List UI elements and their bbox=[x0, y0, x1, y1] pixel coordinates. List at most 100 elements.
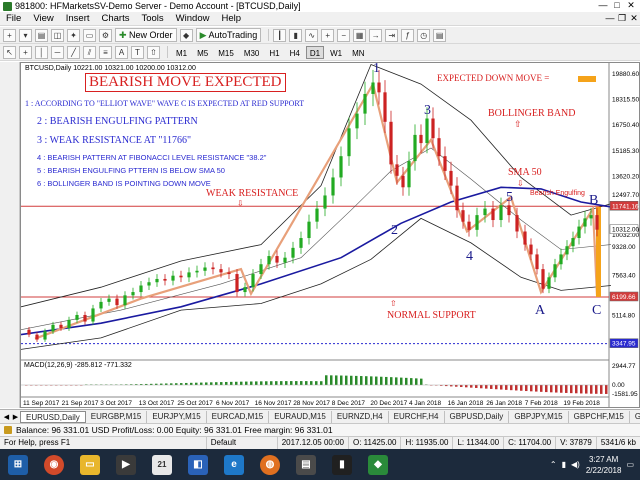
minimize-button[interactable]: — bbox=[596, 0, 610, 11]
cursor-icon[interactable]: ↖ bbox=[3, 45, 16, 59]
horizontal-line-icon[interactable]: ─ bbox=[51, 45, 64, 59]
tab-gbpca[interactable]: GBPCA bbox=[630, 411, 640, 423]
close-button[interactable]: ✕ bbox=[624, 0, 638, 11]
taskbar-metatrader[interactable]: ▤ bbox=[288, 449, 324, 480]
indicators-icon[interactable]: ƒ bbox=[401, 28, 415, 42]
zoom-out-icon[interactable]: − bbox=[337, 28, 351, 42]
timeframe-w1[interactable]: W1 bbox=[326, 46, 346, 59]
autoscroll-icon[interactable]: → bbox=[369, 28, 383, 42]
timeframe-h4[interactable]: H4 bbox=[286, 46, 304, 59]
autotrading-button[interactable]: ▶ AutoTrading bbox=[195, 28, 262, 42]
taskbar-edge[interactable]: e bbox=[216, 449, 252, 480]
note-4: 4 : BEARISH PATTERN AT FIBONACCI LEVEL R… bbox=[37, 153, 267, 162]
chart-window[interactable]: 19880.60 18315.50 16750.40 15185.30 13620.20… bbox=[20, 61, 640, 408]
candlestick-icon[interactable]: ▮ bbox=[289, 28, 303, 42]
taskbar-calendar[interactable]: 21 bbox=[144, 449, 180, 480]
timeframe-h1[interactable]: H1 bbox=[265, 46, 283, 59]
tester-icon[interactable]: ⚙ bbox=[99, 28, 112, 42]
line-chart-icon[interactable]: ∿ bbox=[305, 28, 319, 42]
bar-chart-icon[interactable]: ┃ bbox=[273, 28, 287, 42]
tab-eurnzd-h4[interactable]: EURNZD,H4 bbox=[332, 410, 389, 423]
taskbar-app-green[interactable]: ◆ bbox=[360, 449, 396, 480]
taskbar-terminal[interactable]: ▮ bbox=[324, 449, 360, 480]
tab-euraud-m15[interactable]: EURAUD,M15 bbox=[269, 410, 332, 423]
macd-bar bbox=[565, 385, 568, 393]
taskbar-media[interactable]: ▶ bbox=[108, 449, 144, 480]
tab-right-arrow-icon[interactable]: ▶ bbox=[11, 413, 20, 421]
tab-gbpjpy-m15[interactable]: GBPJPY,M15 bbox=[509, 410, 569, 423]
trendline-icon[interactable]: ╱ bbox=[67, 45, 80, 59]
volume-icon[interactable]: ◀) bbox=[571, 460, 580, 469]
child-minimize-button[interactable]: — bbox=[604, 13, 616, 24]
candle-body bbox=[291, 247, 295, 258]
navigator-icon[interactable]: ✦ bbox=[67, 28, 80, 42]
menu-tools[interactable]: Tools bbox=[135, 13, 169, 24]
tab-left-arrow-icon[interactable]: ◀ bbox=[2, 413, 11, 421]
timeframe-m1[interactable]: M1 bbox=[172, 46, 191, 59]
vertical-line-icon[interactable]: │ bbox=[35, 45, 48, 59]
network-icon[interactable]: ▮ bbox=[562, 460, 566, 469]
tab-eurcad-m15[interactable]: EURCAD,M15 bbox=[207, 410, 270, 423]
taskbar-chrome[interactable]: ◉ bbox=[36, 449, 72, 480]
taskbar-explorer[interactable]: ▭ bbox=[72, 449, 108, 480]
market-watch-icon[interactable]: ▤ bbox=[35, 28, 48, 42]
timeframe-mn[interactable]: MN bbox=[348, 46, 368, 59]
notifications-icon[interactable]: ▭ bbox=[626, 460, 634, 469]
menu-charts[interactable]: Charts bbox=[96, 13, 136, 24]
timeframe-m30[interactable]: M30 bbox=[240, 46, 264, 59]
channel-icon[interactable]: ⫽ bbox=[83, 45, 96, 59]
macd-bar bbox=[335, 375, 338, 385]
arrow-icon[interactable]: ⇧ bbox=[147, 45, 160, 59]
taskbar-app-blue[interactable]: ◧ bbox=[180, 449, 216, 480]
status-datetime: 2017.12.05 00:00 bbox=[278, 437, 349, 449]
text-icon[interactable]: A bbox=[115, 45, 128, 59]
menu-insert[interactable]: Insert bbox=[60, 13, 96, 24]
balance-bar: Balance: 96 331.01 USD Profit/Loss: 0.00… bbox=[0, 423, 640, 436]
macd-bar bbox=[310, 381, 313, 385]
child-close-button[interactable]: ✕ bbox=[628, 13, 640, 24]
candle-body bbox=[571, 238, 575, 247]
tab-eurgbp-m15[interactable]: EURGBP,M15 bbox=[86, 410, 148, 423]
tab-eurjpy-m15[interactable]: EURJPY,M15 bbox=[147, 410, 207, 423]
crosshair-icon[interactable]: + bbox=[19, 45, 32, 59]
zoom-in-icon[interactable]: + bbox=[321, 28, 335, 42]
price-marker-label: 11741.16 bbox=[612, 203, 639, 210]
menu-view[interactable]: View bbox=[27, 13, 59, 24]
taskbar-firefox[interactable]: ◍ bbox=[252, 449, 288, 480]
profiles-icon[interactable]: ▾ bbox=[19, 28, 32, 42]
child-restore-button[interactable]: ❐ bbox=[616, 13, 628, 24]
tab-gbpusd-daily[interactable]: GBPUSD,Daily bbox=[445, 410, 510, 423]
menu-file[interactable]: File bbox=[0, 13, 27, 24]
terminal-icon[interactable]: ▭ bbox=[83, 28, 96, 42]
periods-icon[interactable]: ◷ bbox=[417, 28, 431, 42]
timeframe-m15[interactable]: M15 bbox=[214, 46, 238, 59]
candle-body bbox=[371, 82, 375, 94]
new-order-button[interactable]: ✚ New Order bbox=[115, 28, 177, 42]
new-chart-icon[interactable]: + bbox=[3, 28, 16, 42]
timeframe-m5[interactable]: M5 bbox=[193, 46, 212, 59]
normal-support-arrow: ⇧ bbox=[390, 299, 397, 308]
menu-window[interactable]: Window bbox=[170, 13, 216, 24]
clock[interactable]: 3:27 AM 2/22/2018 bbox=[586, 454, 622, 476]
templates-icon[interactable]: ▤ bbox=[433, 28, 447, 42]
tray-arrow-icon[interactable]: ⌃ bbox=[550, 460, 557, 469]
fibonacci-icon[interactable]: ≡ bbox=[99, 45, 112, 59]
tab-gbpchf-m15[interactable]: GBPCHF,M15 bbox=[569, 410, 630, 423]
tab-eurusd-daily[interactable]: EURUSD,Daily bbox=[20, 410, 86, 423]
toolbar-separator bbox=[167, 46, 168, 58]
start-button[interactable]: ⊞ bbox=[0, 449, 36, 480]
maximize-button[interactable]: □ bbox=[610, 0, 624, 11]
metaeditor-icon[interactable]: ◆ bbox=[179, 28, 193, 42]
macd-bar bbox=[270, 381, 273, 385]
menu-help[interactable]: Help bbox=[215, 13, 247, 24]
tab-eurchf-h4[interactable]: EURCHF,H4 bbox=[389, 410, 445, 423]
status-profile: Default bbox=[207, 437, 278, 449]
chart-shift-icon[interactable]: ⇥ bbox=[385, 28, 399, 42]
label-icon[interactable]: T bbox=[131, 45, 144, 59]
macd-bar bbox=[355, 375, 358, 385]
candle-body bbox=[35, 334, 39, 340]
data-window-icon[interactable]: ◫ bbox=[51, 28, 64, 42]
macd-bar bbox=[520, 385, 523, 391]
timeframe-d1[interactable]: D1 bbox=[305, 45, 325, 59]
tile-windows-icon[interactable]: ▦ bbox=[353, 28, 367, 42]
